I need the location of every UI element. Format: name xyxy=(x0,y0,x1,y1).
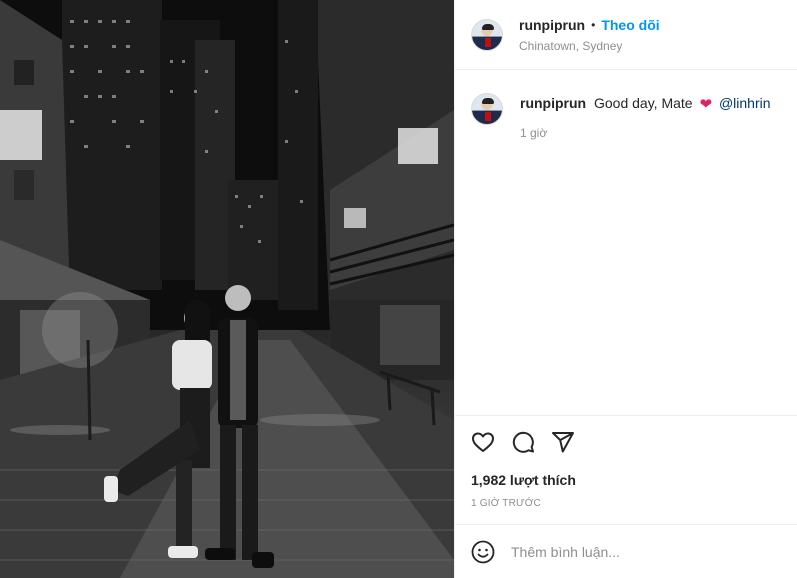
night-street-photo xyxy=(0,0,454,578)
action-bar xyxy=(471,430,591,454)
comments-section: runpiprun Good day, Mate ❤ @linhrin 1 gi… xyxy=(471,92,781,140)
caption-avatar[interactable] xyxy=(471,93,503,125)
post-timestamp: 1 GIỜ TRƯỚC xyxy=(471,498,541,509)
author-info: runpiprun • Theo dõi Chinatown, Sydney xyxy=(519,18,660,52)
follow-button[interactable]: Theo dõi xyxy=(601,18,659,32)
smiley-icon[interactable] xyxy=(471,540,495,564)
author-avatar[interactable] xyxy=(471,18,503,51)
post-photo[interactable] xyxy=(0,0,454,578)
caption-time: 1 giờ xyxy=(520,126,548,140)
author-username[interactable]: runpiprun xyxy=(519,18,585,32)
post-header: runpiprun • Theo dõi Chinatown, Sydney xyxy=(455,0,797,70)
heart-emoji: ❤ xyxy=(699,96,713,113)
post-location[interactable]: Chinatown, Sydney xyxy=(519,40,660,52)
comment-input[interactable] xyxy=(511,543,771,560)
caption-text: Good day, Mate xyxy=(594,95,693,111)
send-icon[interactable] xyxy=(551,430,575,454)
caption-text-row: runpiprun Good day, Mate ❤ @linhrin xyxy=(520,93,771,114)
instagram-post: runpiprun • Theo dõi Chinatown, Sydney r… xyxy=(0,0,797,578)
post-details-panel: runpiprun • Theo dõi Chinatown, Sydney r… xyxy=(454,0,797,578)
likes-count[interactable]: 1,982 lượt thích xyxy=(471,472,576,488)
add-comment-bar xyxy=(455,524,797,578)
mention-link[interactable]: @linhrin xyxy=(719,95,771,111)
caption-comment: runpiprun Good day, Mate ❤ @linhrin 1 gi… xyxy=(471,92,781,140)
heart-icon[interactable] xyxy=(471,430,495,454)
caption-username[interactable]: runpiprun xyxy=(520,95,586,111)
separator-dot: • xyxy=(591,17,596,32)
caption-body: runpiprun Good day, Mate ❤ @linhrin 1 gi… xyxy=(520,92,771,140)
actions-area: 1,982 lượt thích 1 GIỜ TRƯỚC xyxy=(455,415,797,524)
comment-icon[interactable] xyxy=(511,430,535,454)
